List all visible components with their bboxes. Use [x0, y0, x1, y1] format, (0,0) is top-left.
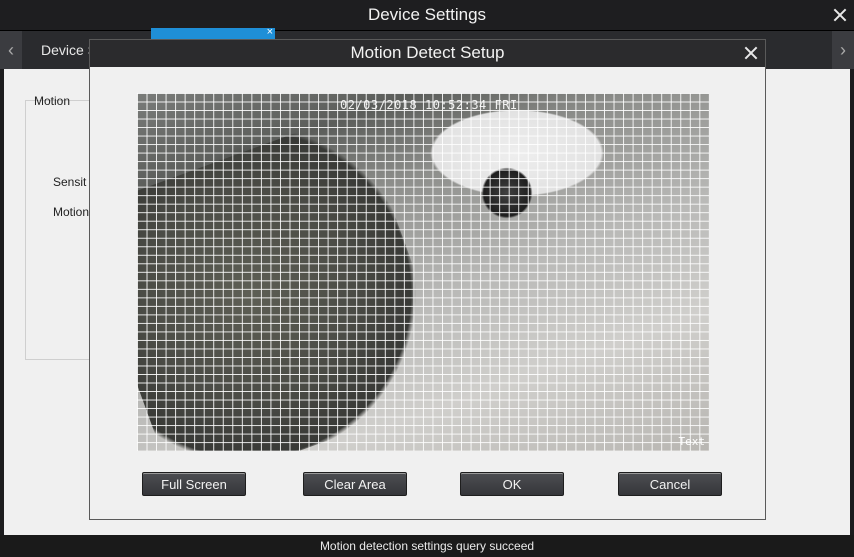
motion-label: Motion	[53, 205, 90, 219]
tab-close-icon[interactable]: ×	[267, 26, 273, 38]
motion-grid-video[interactable]: 02/03/2018 10:52:34 FRI Text	[137, 93, 709, 451]
motion-group-box	[25, 100, 96, 360]
chevron-right-icon[interactable]: ›	[832, 31, 854, 69]
clear-area-button[interactable]: Clear Area	[303, 472, 407, 496]
dialog-title: Motion Detect Setup	[350, 43, 505, 62]
motion-group-label: Motion	[34, 94, 71, 108]
outer-window-title: Device Settings	[367, 5, 487, 24]
video-timestamp: 02/03/2018 10:52:34 FRI	[340, 98, 518, 112]
outer-close-icon[interactable]	[830, 5, 850, 25]
status-bar: Motion detection settings query succeed	[0, 535, 854, 557]
sensitivity-label: Sensit	[53, 175, 87, 189]
camera-label: Text	[678, 435, 706, 448]
cancel-button[interactable]: Cancel	[618, 472, 722, 496]
motion-detect-dialog: Motion Detect Setup 02/03/2018 10:52:34 …	[89, 39, 766, 520]
motion-detection-grid[interactable]	[137, 93, 709, 451]
ok-button[interactable]: OK	[460, 472, 564, 496]
dialog-title-bar: Motion Detect Setup	[90, 40, 765, 67]
outer-title-bar: Device Settings	[0, 0, 854, 31]
full-screen-button[interactable]: Full Screen	[142, 472, 246, 496]
dialog-close-icon[interactable]	[741, 43, 761, 63]
chevron-left-icon[interactable]: ‹	[0, 31, 22, 69]
